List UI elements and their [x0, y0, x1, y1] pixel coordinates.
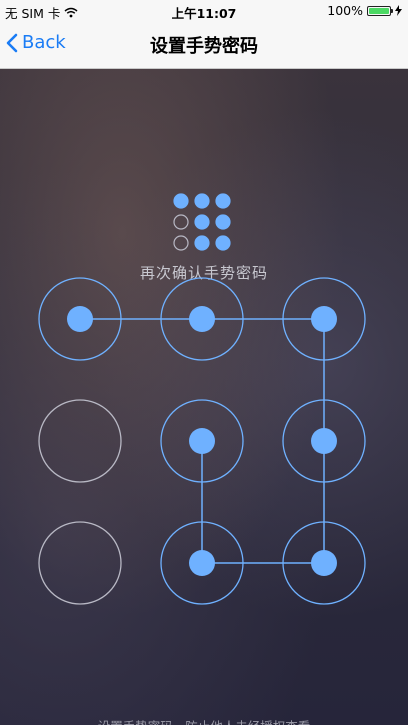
pattern-node[interactable] [38, 399, 122, 483]
gesture-pattern-grid[interactable] [0, 0, 408, 725]
pattern-node[interactable] [38, 521, 122, 605]
pattern-node-dot [189, 306, 215, 332]
pattern-node-dot [311, 306, 337, 332]
pattern-node-dot [311, 550, 337, 576]
pattern-node-dot [189, 428, 215, 454]
pattern-node-dot [189, 550, 215, 576]
pattern-node-dot [67, 306, 93, 332]
pattern-node-dot [311, 428, 337, 454]
